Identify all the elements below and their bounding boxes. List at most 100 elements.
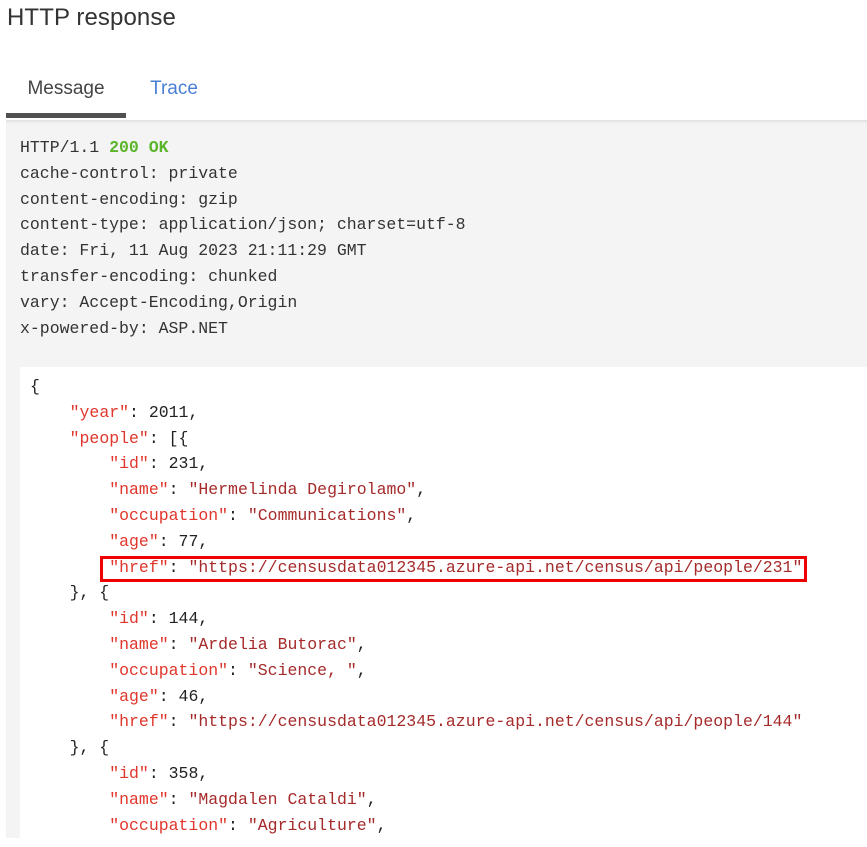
json-key: "occupation" (109, 505, 229, 525)
protocol: HTTP/1.1 (20, 138, 100, 157)
json-key: "year" (69, 402, 130, 422)
json-string: "Agriculture" (247, 815, 377, 835)
json-key: "name" (109, 634, 169, 654)
header-line: content-type: application/json; charset=… (20, 215, 466, 235)
json-token: , (198, 531, 209, 551)
json-field-name: "name": "Magdalen Cataldi", (30, 787, 802, 813)
json-token: : (168, 712, 189, 732)
header-line: transfer-encoding: chunked (20, 266, 278, 286)
json-token: : (228, 660, 248, 680)
json-object-separator: }, { (30, 735, 802, 761)
json-string: "https://censusdata012345.azure-api.net/… (188, 712, 803, 732)
json-string: "Magdalen Cataldi" (188, 789, 367, 809)
json-token: : (168, 480, 189, 500)
json-open-brace: { (30, 374, 802, 400)
header-line: content-encoding: gzip (20, 189, 238, 209)
json-key: "name" (109, 789, 169, 809)
tab-message[interactable]: Message (6, 74, 126, 118)
response-body: { "year": 2011, "people": [{ "id": 231, … (20, 367, 867, 847)
json-field-occupation: "occupation": "Science, ", (30, 658, 802, 684)
json-token: : (168, 557, 189, 577)
message-panel: HTTP/1.1 200 OK cache-control: private con… (6, 120, 867, 847)
json-string: "Hermelinda Degirolamo" (188, 480, 417, 500)
tab-bar: Message Trace (6, 74, 867, 120)
json-token: : (168, 789, 189, 809)
json-object-separator: }, { (30, 580, 802, 606)
json-key: "occupation" (109, 815, 229, 835)
json-token: , (356, 660, 367, 680)
json-token: : (148, 609, 169, 629)
json-token: : (228, 505, 248, 525)
json-number: 144 (168, 609, 199, 629)
json-token: : (148, 763, 169, 783)
json-key: "age" (109, 686, 159, 706)
json-field-age: "age": 46, (30, 684, 802, 710)
json-token: , (198, 763, 209, 783)
json-token: }, { (30, 738, 110, 758)
json-key: "age" (109, 531, 159, 551)
json-key: "name" (109, 480, 169, 500)
header-line: cache-control: private (20, 163, 238, 183)
json-token: : (228, 815, 248, 835)
json-token: : (158, 531, 179, 551)
json-string: "https://censusdata012345.azure-api.net/… (188, 557, 803, 577)
json-token: , (188, 402, 199, 422)
json-field-age: "age": 77, (30, 529, 802, 555)
json-token: : (148, 454, 169, 474)
json-field-name: "name": "Hermelinda Degirolamo", (30, 477, 802, 503)
json-field-href: "href": "https://censusdata012345.azure-… (30, 555, 802, 581)
json-token: , (376, 815, 387, 835)
json-number: 2011 (148, 402, 189, 422)
json-number: 46 (178, 686, 199, 706)
header-line: date: Fri, 11 Aug 2023 21:11:29 GMT (20, 241, 367, 261)
json-string: "Ardelia Butorac" (188, 634, 357, 654)
json-people-line: "people": [{ (30, 426, 802, 452)
json-token: : (158, 686, 179, 706)
json-field-href: "href": "https://censusdata012345.azure-… (30, 709, 802, 735)
json-year-line: "year": 2011, (30, 400, 802, 426)
json-field-id: "id": 231, (30, 451, 802, 477)
json-number: 77 (178, 531, 199, 551)
json-token: : (168, 634, 189, 654)
json-token: , (416, 480, 427, 500)
json-field-id: "id": 144, (30, 606, 802, 632)
json-token: , (366, 789, 377, 809)
json-string: "Science, " (247, 660, 357, 680)
json-number: 231 (168, 454, 199, 474)
json-field-name: "name": "Ardelia Butorac", (30, 632, 802, 658)
json-key: "href" (109, 712, 169, 732)
json-token: , (198, 609, 209, 629)
json-token: : (129, 402, 149, 422)
json-token: , (198, 454, 209, 474)
json-token: , (356, 634, 367, 654)
json-token: , (198, 686, 209, 706)
json-string: "Communications" (247, 505, 407, 525)
json-field-occupation: "occupation": "Communications", (30, 503, 802, 529)
json-token: { (30, 377, 40, 396)
json-key: "people" (69, 428, 149, 448)
json-key: "id" (109, 454, 149, 474)
json-token: }, { (30, 583, 110, 603)
json-key: "id" (109, 609, 149, 629)
json-body-lines: { "year": 2011, "people": [{ "id": 231, … (30, 374, 802, 838)
json-key: "occupation" (109, 660, 229, 680)
response-headers: HTTP/1.1 200 OK cache-control: private con… (20, 135, 466, 341)
tab-trace[interactable]: Trace (136, 74, 212, 118)
json-number: 358 (168, 763, 199, 783)
json-token: , (406, 505, 417, 525)
json-field-occupation: "occupation": "Agriculture", (30, 813, 802, 839)
